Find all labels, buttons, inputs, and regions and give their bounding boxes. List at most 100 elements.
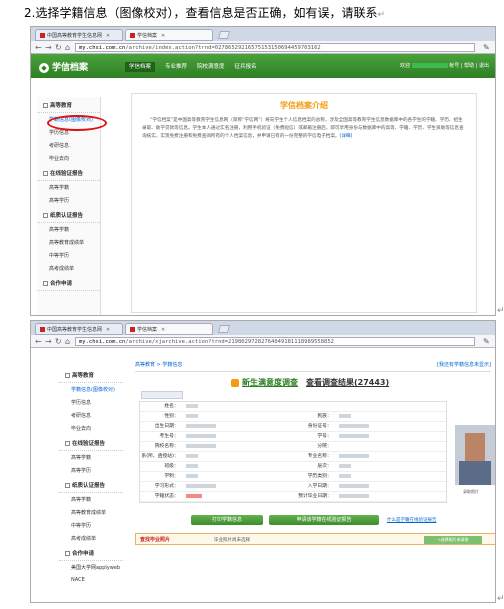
close-icon[interactable]: ✕ [106, 33, 110, 39]
table-row: 学籍状态： 预计毕业日期： [140, 492, 446, 502]
enrollment-photo [455, 425, 495, 485]
new-tab-button[interactable] [217, 325, 231, 333]
url-field[interactable]: my.chsi.com.cn/archive/index.action?trnd… [75, 43, 475, 52]
graduation-photo-bar: 查找毕业照片 毕业照片尚未选择 →选择照片来录取 [135, 533, 495, 545]
url-field[interactable]: my.chsi.com.cn/archive/xjarchive.action?… [75, 337, 475, 346]
sidebar-item-transcript[interactable]: 高等教育成绩单 [59, 506, 123, 519]
browser-window-1: 中国高等教育学生信息网 ✕ 学信档案 ✕ ← → ↻ ⌂ my.chsi.com.c… [30, 26, 496, 316]
sidebar-item-destination[interactable]: 毕业去向 [37, 152, 100, 165]
sidebar-item-degree[interactable]: 学历信息 [59, 396, 123, 409]
help-link[interactable]: 帮助 [464, 63, 474, 69]
redacted-value [338, 463, 351, 468]
graduation-photo-title: 查找毕业照片 [140, 537, 171, 543]
sidebar-item-enrollment-photo[interactable]: 学籍信息(图像校对) [59, 383, 123, 396]
sidebar-item-gaokao[interactable]: 高考成绩单 [37, 262, 100, 275]
table-row: 院校名称： 分院： [140, 442, 446, 452]
print-enrollment-button[interactable]: 打印学籍信息 [191, 515, 263, 525]
main-nav: 学信档案 专业推荐 院校满意度 征兵报名 [125, 62, 267, 72]
address-bar-row: ← → ↻ ⌂ my.chsi.com.cn/archive/xjarchive… [31, 335, 495, 348]
section-higher-education: 高等教育 [59, 367, 123, 383]
table-row: 学习形式： 入学日期： [140, 482, 446, 492]
intro-body: “学信档案”是中国高等教育学生信息网（简称“学信网”）将向学生个人信息档案的总称… [142, 118, 464, 139]
sidebar-item-postgrad[interactable]: 考研信息 [59, 409, 123, 422]
nav-item-archive[interactable]: 学信档案 [125, 62, 156, 72]
survey-result-link[interactable]: 查看调查结果(27443) [306, 378, 389, 387]
breadcrumb: 高等教育 > 学籍信息 [我还有学籍信息未显示] [135, 361, 491, 372]
wrench-icon[interactable]: ✎ [483, 337, 490, 346]
browser-window-2: 中国高等教育学生信息网 ✕ 学信档案 ✕ ← → ↻ ⌂ my.chsi.com.c… [30, 320, 496, 603]
back-icon[interactable]: ← [35, 337, 42, 346]
sidebar-item-online-degree[interactable]: 高等学历 [37, 194, 100, 207]
tab-chsi[interactable]: 中国高等教育学生信息网 ✕ [35, 29, 123, 41]
redacted-value [338, 423, 369, 428]
nav-item-enlist[interactable]: 征兵报名 [235, 64, 257, 70]
welcome-bar: 欢迎 帐号 | 帮助 | 退出 [400, 63, 489, 69]
close-icon[interactable]: ✕ [161, 33, 165, 39]
survey-bar: 新生满意度调查 查看调查结果(27443) [231, 377, 389, 388]
sidebar-item-online-degree[interactable]: 高等学历 [59, 464, 123, 477]
reload-icon[interactable]: ↻ [55, 337, 62, 346]
wrench-icon[interactable]: ✎ [483, 43, 490, 52]
table-row: 系(所、函授站)： 专业名称： [140, 452, 446, 462]
sidebar-item-online-enrollment[interactable]: 高等学籍 [59, 451, 123, 464]
sidebar-item-online-enrollment[interactable]: 高等学籍 [37, 181, 100, 194]
section-paper-report: 纸质认证报告 [37, 207, 100, 223]
choose-photo-button[interactable]: →选择照片来录取 [424, 536, 482, 544]
reload-icon[interactable]: ↻ [55, 43, 62, 52]
sidebar-item-transcript[interactable]: 高等教育成绩单 [37, 236, 100, 249]
sidebar-item-secondary[interactable]: 中等学历 [59, 519, 123, 532]
photo-shoulders [459, 461, 491, 485]
sidebar-item-secondary[interactable]: 中等学历 [37, 249, 100, 262]
section-online-report: 在线验证报告 [59, 435, 123, 451]
missing-record-link[interactable]: [我还有学籍信息未显示] [437, 361, 491, 368]
section-icon [65, 373, 70, 378]
sidebar-item-gaokao[interactable]: 高考成绩单 [59, 532, 123, 545]
sidebar-item-paper-enrollment[interactable]: 高等学籍 [37, 223, 100, 236]
breadcrumb-path[interactable]: 高等教育 > 学籍信息 [135, 362, 182, 368]
redacted-value [185, 403, 198, 408]
table-row: 学制： 学历类别： [140, 472, 446, 482]
sidebar-item-paper-enrollment[interactable]: 高等学籍 [59, 493, 123, 506]
forward-icon[interactable]: → [45, 337, 52, 346]
table-row: 姓名： [140, 402, 446, 412]
sidebar-item-nace[interactable]: NACE [59, 574, 123, 586]
survey-icon [231, 378, 239, 387]
paragraph-mark: ↵ [497, 594, 504, 604]
chsi-logo-icon: ◆ [39, 63, 49, 73]
nav-item-satisfaction[interactable]: 院校满意度 [197, 64, 225, 70]
home-icon[interactable]: ⌂ [65, 43, 70, 52]
photo-face [465, 433, 485, 461]
sidebar-item-destination[interactable]: 毕业去向 [59, 422, 123, 435]
section-icon [43, 213, 48, 218]
new-tab-button[interactable] [217, 31, 231, 39]
close-icon[interactable]: ✕ [106, 327, 110, 333]
account-link[interactable]: 帐号 [449, 63, 459, 69]
username-redacted [411, 63, 448, 68]
section-higher-education: 高等教育 [37, 97, 100, 113]
tab-chsi[interactable]: 中国高等教育学生信息网 ✕ [35, 323, 123, 335]
site-favicon-icon [130, 327, 135, 332]
tab-archive[interactable]: 学信档案 ✕ [125, 323, 213, 335]
tab-archive[interactable]: 学信档案 ✕ [125, 29, 213, 41]
survey-link[interactable]: 新生满意度调查 [242, 378, 298, 387]
logout-link[interactable]: 退出 [479, 63, 489, 69]
redacted-value [185, 433, 216, 438]
nav-item-major[interactable]: 专业推荐 [165, 64, 187, 70]
online-report-help-link[interactable]: 什么是学籍在线验证报告 [387, 517, 437, 523]
forward-icon[interactable]: → [45, 43, 52, 52]
section-online-report: 在线验证报告 [37, 165, 100, 181]
close-icon[interactable]: ✕ [161, 327, 165, 333]
record-tab[interactable] [141, 391, 183, 399]
instruction-heading: 2.选择学籍信息（图像校对），查看信息是否正确，如有误，请联系↵ [24, 6, 386, 20]
redacted-value [185, 443, 216, 448]
site-logo[interactable]: ◆ 学信档案 [39, 60, 88, 73]
site-favicon-icon [40, 33, 45, 38]
back-icon[interactable]: ← [35, 43, 42, 52]
sidebar-item-postgrad[interactable]: 考研信息 [37, 139, 100, 152]
intro-more-link[interactable]: [详细] [340, 134, 353, 139]
section-partner: 合作申请 [59, 545, 123, 561]
home-icon[interactable]: ⌂ [65, 337, 70, 346]
sidebar-item-applyweb[interactable]: 美国大学网applyweb [59, 561, 123, 574]
tab-bar: 中国高等教育学生信息网 ✕ 学信档案 ✕ [31, 27, 495, 41]
apply-online-report-button[interactable]: 申请该学籍在线验证报告 [269, 515, 379, 525]
